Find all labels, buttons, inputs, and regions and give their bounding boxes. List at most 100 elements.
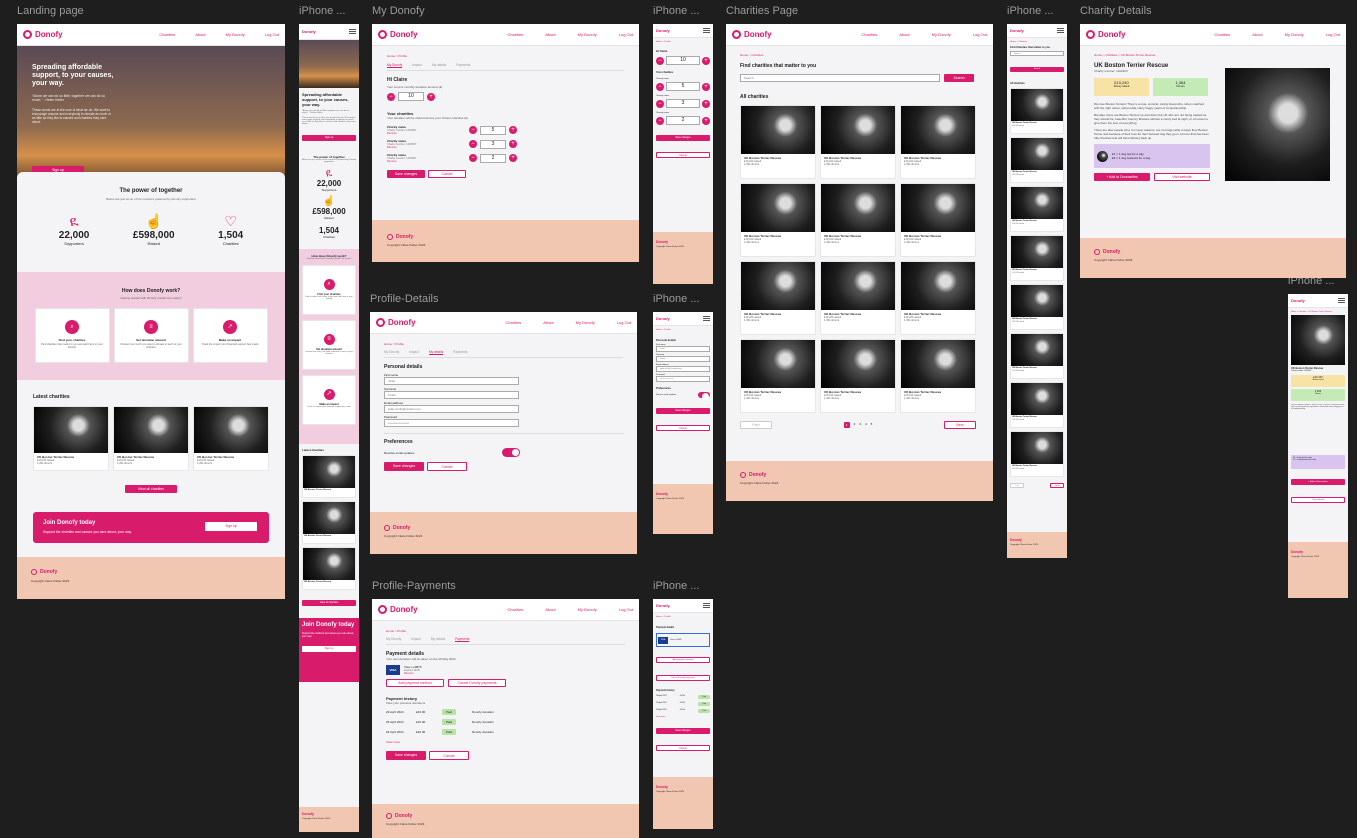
charity-card[interactable]: UK Boston Terrier Rescue £10,240 raised 1,… (740, 183, 816, 257)
view-all-charities-button[interactable]: View all charities (125, 485, 177, 493)
nav-about[interactable]: About (543, 320, 553, 325)
save-changes-button[interactable]: Save changes (656, 408, 710, 414)
minus-button[interactable]: − (656, 82, 664, 91)
save-changes-button[interactable]: Save changes (384, 462, 424, 471)
nav-about[interactable]: About (899, 32, 909, 37)
plus-button[interactable]: + (702, 82, 710, 91)
email-field[interactable]: jodie.smith@random.net (384, 405, 519, 413)
breadcrumb[interactable]: Home > Charities > UK Boston Terrier Res… (1094, 53, 1332, 57)
tab-impact[interactable]: Impact (411, 637, 421, 642)
charity-card[interactable]: UK Boston Terrier Rescue £10,240 raised 1,… (900, 183, 976, 257)
tab-my-donofy[interactable]: My Donofy (387, 63, 403, 68)
charity-card[interactable]: UK Boston Terrier Rescue £10,240 raised (1010, 137, 1064, 183)
first-name-field[interactable]: Jodie (384, 377, 519, 385)
menu-icon[interactable] (349, 29, 356, 34)
add-payment-method-button[interactable]: Add payment method (656, 657, 710, 663)
nav-logout[interactable]: Log Out (619, 32, 633, 37)
minus-button[interactable]: − (656, 116, 664, 125)
charity-card[interactable]: UK Boston Terrier Rescue £10,240 raised (1010, 284, 1064, 330)
minus-button[interactable]: − (387, 92, 395, 101)
charity-card[interactable]: UK Boston Terrier Rescue £10,240 raised (1010, 431, 1064, 477)
visit-website-button[interactable]: Visit website (1291, 497, 1345, 503)
menu-icon[interactable] (703, 28, 710, 33)
iphone-signup-button[interactable]: Sign up (302, 135, 356, 141)
tab-my-details[interactable]: My details (431, 637, 445, 642)
password-field[interactable]: •••••••••••••••••••• (384, 419, 519, 427)
minus-button[interactable]: − (469, 154, 477, 162)
tab-my-details[interactable]: My details (432, 63, 446, 68)
email-field[interactable]: jodie.smith@random.net (656, 366, 710, 372)
email-updates-toggle[interactable] (502, 448, 520, 457)
tab-payments[interactable]: Payments (453, 350, 467, 355)
cancel-button[interactable]: Cancel (656, 152, 710, 158)
menu-icon[interactable] (1057, 28, 1064, 33)
charity-card[interactable]: UK Boston Terrier Rescue £10,240 raised … (33, 406, 109, 471)
minus-button[interactable]: − (469, 140, 477, 148)
menu-icon[interactable] (703, 603, 710, 608)
charity-card[interactable]: UK Boston Terrier Rescue £10,240 raised … (193, 406, 269, 471)
nav-logout[interactable]: Log Out (1326, 32, 1340, 37)
search-button[interactable]: Search (1010, 67, 1064, 72)
next-button[interactable]: Next (1050, 483, 1064, 488)
surname-field[interactable]: Smith (656, 356, 710, 362)
cancel-button[interactable]: Cancel (428, 170, 466, 178)
breadcrumb[interactable]: Home > Profile (384, 342, 623, 346)
nav-charities[interactable]: Charities (1214, 32, 1230, 37)
logo[interactable]: Donofy (376, 318, 416, 327)
nav-logout[interactable]: Log Out (617, 320, 631, 325)
nav-my-donofy[interactable]: My Donofy (226, 32, 245, 37)
page-5[interactable]: 5 (871, 422, 873, 428)
nav-logout[interactable]: Log Out (265, 32, 279, 37)
breadcrumb[interactable]: Home > Profile (387, 54, 624, 58)
view-more-link[interactable]: View more (656, 716, 710, 718)
nav-about[interactable]: About (545, 32, 555, 37)
search-button[interactable]: Search (944, 74, 974, 82)
nav-charities[interactable]: Charities (159, 32, 175, 37)
password-field[interactable]: •••••••••••••••••••• (656, 376, 710, 382)
remove-link[interactable]: Remove (387, 132, 416, 135)
saved-card[interactable]: VISA Visa ••••9876 (656, 633, 710, 647)
minus-button[interactable]: − (469, 126, 477, 134)
save-changes-button[interactable]: Save changes (386, 751, 426, 760)
charity-amount-input[interactable]: 2 (480, 153, 506, 163)
search-input[interactable]: Search (1010, 51, 1064, 56)
logo[interactable]: Donofy (1086, 30, 1126, 39)
cancel-button[interactable]: Cancel (427, 462, 467, 471)
nav-my-donofy[interactable]: My Donofy (578, 32, 597, 37)
plus-button[interactable]: + (427, 92, 435, 101)
nav-about[interactable]: About (195, 32, 205, 37)
nav-about[interactable]: About (1252, 32, 1262, 37)
nav-about[interactable]: About (545, 607, 555, 612)
charity-card[interactable]: UK Boston Terrier Rescue £10,240 raised 1,… (900, 339, 976, 413)
page-4[interactable]: 4 (865, 422, 867, 428)
prev-button[interactable]: Prev (740, 421, 772, 429)
add-payment-method-button[interactable]: Add payment method (386, 679, 444, 687)
tab-my-donofy[interactable]: My Donofy (384, 350, 399, 355)
page-2[interactable]: 2 (854, 422, 856, 428)
cancel-donofy-payments-button[interactable]: Cancel Donofy payments (448, 679, 506, 687)
tab-my-details[interactable]: My details (428, 350, 444, 355)
charity-card[interactable]: UK Boston Terrier Rescue £10,240 raised 1,… (820, 261, 896, 335)
logo[interactable]: Donofy (302, 29, 316, 34)
add-to-donofy-button[interactable]: + Add to Donoanfies (1291, 479, 1345, 485)
nav-logout[interactable]: Log Out (973, 32, 987, 37)
remove-link[interactable]: Remove (387, 146, 416, 149)
save-changes-button[interactable]: Save changes (387, 170, 425, 178)
nav-logout[interactable]: Log Out (619, 607, 633, 612)
plus-button[interactable]: + (509, 154, 517, 162)
nav-charities[interactable]: Charities (507, 32, 523, 37)
save-changes-button[interactable]: Save changes (656, 728, 710, 734)
charity-card[interactable]: UK Boston Terrier Rescue £10,240 raised (1010, 382, 1064, 428)
first-name-field[interactable]: Jodie (656, 346, 710, 352)
nav-my-donofy[interactable]: My Donofy (932, 32, 951, 37)
charity-card[interactable]: UK Boston Terrier Rescue £10,240 raised … (113, 406, 189, 471)
nav-my-donofy[interactable]: My Donofy (1285, 32, 1304, 37)
plus-button[interactable]: + (702, 56, 710, 65)
charity-card[interactable]: UK Boston Terrier Rescue £10,240 raised (1010, 333, 1064, 379)
minus-button[interactable]: − (656, 56, 664, 65)
charity-card[interactable]: UK Boston Terrier Rescue £10,240 raised 1,… (900, 105, 976, 179)
minus-button[interactable]: − (656, 99, 664, 108)
cancel-button[interactable]: Cancel (656, 425, 710, 431)
email-updates-toggle[interactable] (698, 392, 710, 400)
tab-payments[interactable]: Payments (456, 63, 470, 68)
